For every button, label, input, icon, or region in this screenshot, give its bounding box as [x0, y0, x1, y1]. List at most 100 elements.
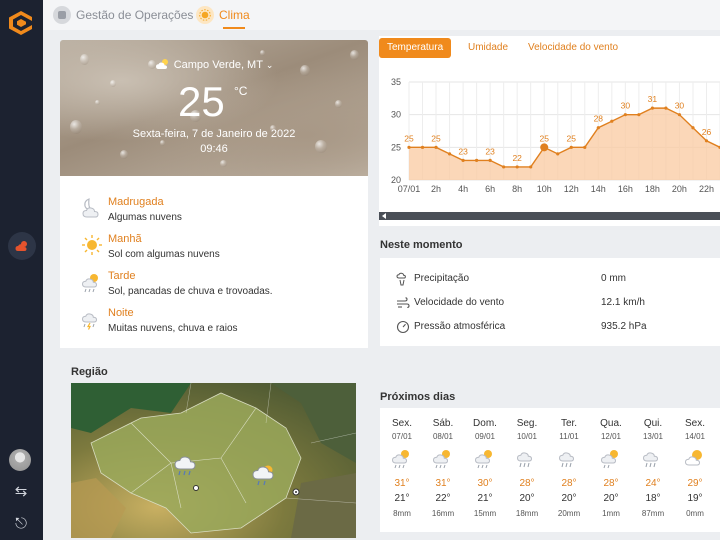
day-date: 13/01	[642, 432, 664, 441]
chart-point	[515, 165, 519, 169]
chart-x-tick-label: 22h	[699, 184, 714, 194]
chart-x-tick-label: 6h	[485, 184, 495, 194]
now-row-precipitacao: Precipitação 0 mm	[396, 270, 716, 288]
chart-point	[556, 152, 560, 156]
chart-x-tick-label: 14h	[591, 184, 606, 194]
forecast-day[interactable]: Sáb. 08/01 31° 22° 16mm	[422, 408, 464, 532]
chart-point	[704, 139, 709, 143]
chart-point	[677, 113, 682, 117]
day-rain: 1mm	[602, 509, 620, 518]
tab-gestao-operacoes[interactable]: Gestão de Operações	[53, 4, 193, 26]
now-value: 0 mm	[601, 273, 626, 284]
chart-point	[691, 126, 695, 130]
location-selector[interactable]: Campo Verde, MT ⌄	[60, 58, 368, 71]
forecast-day[interactable]: Sex. 14/01 29° 19° 0mm	[674, 408, 716, 532]
chart-area	[409, 108, 720, 180]
tab-clima[interactable]: Clima	[196, 4, 250, 26]
forecast-day[interactable]: Seg. 10/01 28° 20° 18mm	[506, 408, 548, 532]
chart-point	[502, 165, 506, 169]
sun-icon	[196, 6, 214, 24]
chart-point	[596, 126, 600, 130]
gauge-icon	[396, 320, 410, 334]
forecast-day[interactable]: Qua. 12/01 28° 20° 1mm	[590, 408, 632, 532]
now-row-vento: Velocidade do vento 12.1 km/h	[396, 294, 716, 312]
swap-icon[interactable]: ⇆	[11, 482, 31, 502]
day-min-temp: 18°	[645, 493, 661, 504]
chart-data-label: 30	[621, 101, 631, 111]
forecast-day[interactable]: Sex. 07/01 31° 21° 8mm	[381, 408, 423, 532]
chart-point	[447, 152, 452, 156]
chart-data-label: 25	[404, 133, 414, 143]
chart-y-tick-label: 30	[391, 110, 401, 120]
day-max-temp: 24°	[645, 478, 661, 489]
user-avatar[interactable]	[9, 449, 31, 471]
now-title: Neste momento	[380, 239, 463, 251]
current-date: Sexta-feira, 7 de Janeiro de 2022	[132, 128, 296, 140]
chart-scrollbar[interactable]	[379, 212, 720, 220]
chart-card: Temperatura Umidade Velocidade do vento …	[379, 36, 720, 226]
chart-point	[475, 158, 479, 162]
chevron-down-icon: ⌄	[265, 60, 274, 70]
period-description: Muitas nuvens, chuva e raios	[108, 323, 238, 334]
chart-x-tick-label: 2h	[431, 184, 441, 194]
day-name: Ter.	[560, 418, 578, 429]
tab-label: Gestão de Operações	[76, 8, 194, 22]
cloud-sun-icon	[15, 241, 27, 251]
period-name: Madrugada	[108, 196, 164, 208]
day-max-temp: 28°	[519, 478, 535, 489]
day-rain: 18mm	[515, 509, 539, 518]
cloud-rain-icon	[558, 452, 575, 468]
day-min-temp: 20°	[561, 493, 577, 504]
day-min-temp: 22°	[435, 493, 451, 504]
cloud-rain-icon	[642, 452, 659, 468]
active-tab-indicator	[223, 27, 245, 29]
day-date: 14/01	[684, 432, 706, 441]
period-name: Tarde	[108, 270, 136, 282]
day-name: Seg.	[516, 418, 538, 429]
top-bar: Gestão de Operações Clima	[43, 0, 720, 30]
chart-x-tick-label: 8h	[512, 184, 522, 194]
region-map[interactable]	[71, 383, 356, 538]
chart-data-label: 28	[594, 114, 604, 124]
chart-x-tick-label: 10h	[537, 184, 552, 194]
chart-x-tick-label: 18h	[645, 184, 660, 194]
brand-logo-icon[interactable]	[6, 8, 36, 38]
map-canvas	[71, 383, 356, 538]
now-card: Precipitação 0 mm Velocidade do vento 12…	[380, 258, 720, 346]
chart-point	[569, 145, 573, 149]
map-cloud-rain-icon	[174, 456, 196, 476]
day-date: 12/01	[600, 432, 622, 441]
forecast-day[interactable]: Ter. 11/01 28° 20° 20mm	[548, 408, 590, 532]
forecast-day[interactable]: Qui. 13/01 24° 18° 87mm	[632, 408, 674, 532]
chart-point	[434, 145, 438, 149]
day-name: Qui.	[643, 418, 663, 429]
day-max-temp: 31°	[435, 478, 451, 489]
chart-x-tick-label: 4h	[458, 184, 468, 194]
chart-point	[637, 113, 641, 117]
logout-icon[interactable]: ⎋	[11, 514, 31, 534]
chart-x-tick-label: 07/01	[398, 184, 421, 194]
day-name: Dom.	[473, 418, 497, 429]
day-rain: 15mm	[473, 509, 497, 518]
day-date: 09/01	[474, 432, 496, 441]
region-title: Região	[71, 366, 108, 378]
now-label: Velocidade do vento	[414, 297, 505, 308]
day-name: Sex.	[391, 418, 412, 429]
chart-y-tick-label: 35	[391, 77, 401, 87]
temperature-unit: °C	[234, 84, 248, 98]
period-name: Noite	[108, 307, 134, 319]
chart-point	[664, 106, 668, 110]
chart-data-label: 22	[512, 153, 522, 163]
location-name: Campo Verde, MT	[173, 59, 263, 71]
chart-y-tick-label: 25	[391, 142, 401, 152]
map-pin-icon[interactable]	[291, 487, 301, 497]
chart-point	[529, 165, 533, 169]
sidebar-weather-button[interactable]	[8, 232, 36, 260]
temperature-chart[interactable]: 2025303525 2523 232225 25283031302607/01 2h 4…	[379, 36, 720, 226]
forecast-day[interactable]: Dom. 09/01 30° 21° 15mm	[464, 408, 506, 532]
period-description: Algumas nuvens	[108, 212, 182, 223]
chart-point	[583, 145, 587, 149]
map-pin-icon[interactable]	[192, 484, 200, 492]
cloud-rain-lightning-icon	[81, 313, 98, 330]
day-max-temp: 28°	[603, 478, 619, 489]
